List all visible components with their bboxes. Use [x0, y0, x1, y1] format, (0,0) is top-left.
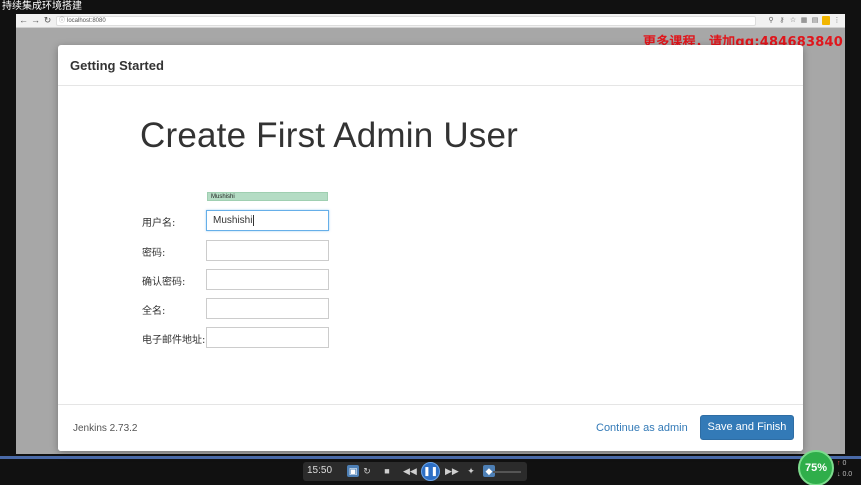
- version-text: Jenkins 2.73.2: [73, 423, 138, 434]
- email-input[interactable]: [206, 327, 329, 348]
- folder-icon[interactable]: [822, 16, 830, 25]
- dialog-header: Getting Started: [58, 45, 803, 86]
- menu-icon[interactable]: ⋮: [833, 16, 841, 25]
- back-arrow-icon[interactable]: ←: [18, 15, 29, 26]
- extension-icons: ⚲ ⚷ ☆ ▦ ▤ ⋮: [767, 16, 841, 25]
- loop-icon[interactable]: ↻: [361, 465, 373, 477]
- forward-arrow-icon[interactable]: →: [30, 15, 41, 26]
- extension-icon[interactable]: ▤: [811, 16, 819, 25]
- pause-icon[interactable]: ❚❚: [421, 462, 440, 481]
- stop-icon[interactable]: ■: [381, 465, 393, 477]
- network-meter: 75%: [798, 450, 834, 485]
- info-icon: ⓘ: [59, 18, 66, 24]
- effects-icon[interactable]: ✦: [465, 465, 477, 477]
- video-time: 15:50: [307, 465, 333, 476]
- fullname-input[interactable]: [206, 298, 329, 319]
- video-progress-fill: [0, 456, 861, 459]
- username-input[interactable]: Mushishi: [206, 210, 329, 231]
- upload-arrow-icon: ↑: [837, 460, 841, 467]
- address-bar[interactable]: ⓘ localhost:8080: [56, 16, 756, 26]
- key-icon[interactable]: ⚷: [778, 16, 786, 25]
- download-arrow-icon: ↓: [837, 471, 841, 478]
- video-controls: 15:50 ▣ ↻ ■ ◀◀ ❚❚ ▶▶ ✦ ◆: [303, 462, 527, 481]
- address-url: localhost:8080: [67, 18, 106, 24]
- autocomplete-suggestion[interactable]: Mushishi: [207, 192, 328, 201]
- upload-value: 0: [842, 460, 847, 467]
- dialog-footer: Jenkins 2.73.2 Continue as admin Save an…: [58, 404, 803, 451]
- username-value: Mushishi: [213, 215, 253, 226]
- network-stats: ↑ 0 ↓ 0.0: [837, 458, 852, 480]
- page-title: Create First Admin User: [140, 116, 519, 155]
- player-title: 持续集成环境搭建: [2, 1, 82, 12]
- video-progress-bar[interactable]: [0, 456, 861, 459]
- rewind-icon[interactable]: ◀◀: [403, 465, 417, 477]
- password-input[interactable]: [206, 240, 329, 261]
- zoom-icon[interactable]: ⚲: [767, 16, 775, 25]
- confirm-password-label: 确认密码:: [142, 277, 186, 288]
- continue-as-admin-button[interactable]: Continue as admin: [596, 422, 688, 434]
- screen: 持续集成环境搭建 ← → ↻ ⓘ localhost:8080 ⚲ ⚷ ☆ ▦ …: [0, 0, 861, 485]
- email-label: 电子邮件地址:: [142, 335, 206, 346]
- text-caret: [253, 214, 255, 226]
- dialog-body: Create First Admin User 用户名: Mushishi Mu…: [58, 86, 803, 404]
- fullname-label: 全名:: [142, 306, 166, 317]
- star-icon[interactable]: ☆: [789, 16, 797, 25]
- extension-icon[interactable]: ▦: [800, 16, 808, 25]
- username-label: 用户名:: [142, 218, 176, 229]
- password-label: 密码:: [142, 248, 166, 259]
- window-mode-icon[interactable]: ▣: [347, 465, 359, 477]
- reload-icon[interactable]: ↻: [42, 15, 53, 26]
- fast-forward-icon[interactable]: ▶▶: [445, 465, 459, 477]
- volume-slider[interactable]: [493, 471, 521, 473]
- save-and-finish-button[interactable]: Save and Finish: [700, 415, 794, 440]
- confirm-password-input[interactable]: [206, 269, 329, 290]
- browser-toolbar: ← → ↻ ⓘ localhost:8080 ⚲ ⚷ ☆ ▦ ▤ ⋮: [16, 14, 845, 28]
- setup-dialog: Getting Started Create First Admin User …: [58, 45, 803, 451]
- download-value: 0.0: [842, 471, 853, 478]
